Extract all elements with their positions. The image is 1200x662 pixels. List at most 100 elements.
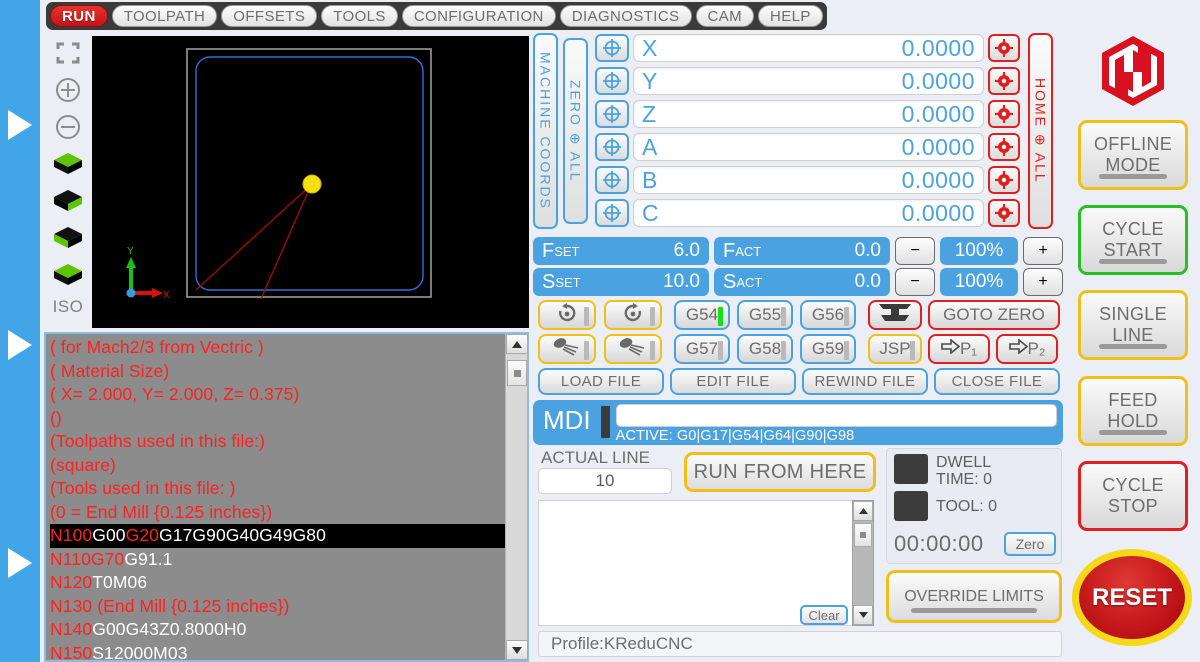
gcode-scroll-up-button[interactable] bbox=[506, 334, 528, 354]
tab-offsets[interactable]: OFFSETS bbox=[221, 5, 318, 27]
view-iso-icon[interactable] bbox=[51, 260, 85, 290]
mdi-input[interactable] bbox=[615, 404, 1057, 427]
gcode-scrollbar[interactable] bbox=[505, 334, 528, 660]
feed-override-percent[interactable]: 100% bbox=[940, 237, 1018, 265]
close-file-button[interactable]: CLOSE FILE bbox=[934, 368, 1060, 395]
run-from-here-button[interactable]: RUN FROM HERE bbox=[684, 452, 876, 492]
tool-change-button[interactable] bbox=[868, 300, 922, 330]
zero-axis-c-button[interactable] bbox=[595, 199, 629, 227]
dro-field-c[interactable]: C 0.0000 bbox=[633, 199, 984, 227]
g58-button[interactable]: G58 bbox=[737, 334, 793, 364]
single-line-button[interactable]: SINGLE LINE bbox=[1078, 290, 1188, 360]
gcode-line[interactable]: N120T0M06 bbox=[50, 571, 505, 595]
zero-axis-z-button[interactable] bbox=[595, 100, 629, 128]
home-all-button[interactable]: HOME ⊕ ALL bbox=[1028, 33, 1053, 229]
tab-tools[interactable]: TOOLS bbox=[321, 5, 398, 27]
log-scroll-thumb[interactable] bbox=[854, 523, 872, 547]
jsp-button[interactable]: JSP bbox=[868, 334, 922, 364]
g55-button[interactable]: G55 bbox=[737, 300, 793, 330]
gcode-line[interactable]: (Toolpaths used in this file:) bbox=[50, 430, 505, 454]
zero-axis-x-button[interactable] bbox=[595, 34, 629, 62]
ref-axis-c-button[interactable] bbox=[988, 199, 1020, 227]
tab-diagnostics[interactable]: DIAGNOSTICS bbox=[559, 5, 692, 27]
tab-cam[interactable]: CAM bbox=[695, 5, 755, 27]
offline-mode-button[interactable]: OFFLINE MODE bbox=[1078, 120, 1188, 190]
tab-run[interactable]: RUN bbox=[50, 5, 108, 27]
spindle-override-percent[interactable]: 100% bbox=[940, 268, 1018, 296]
gcode-line[interactable]: N100G00G20G17G90G40G49G80 bbox=[50, 524, 505, 548]
actual-line-input[interactable]: 10 bbox=[538, 468, 672, 494]
gcode-line[interactable]: ( X= 2.000, Y= 2.000, Z= 0.375) bbox=[50, 383, 505, 407]
rail-arrow-bottom[interactable] bbox=[8, 548, 32, 578]
cycle-start-button[interactable]: CYCLE START bbox=[1078, 205, 1188, 275]
feed-override-increase-button[interactable]: + bbox=[1023, 237, 1063, 265]
reset-button[interactable]: RESET bbox=[1072, 549, 1192, 646]
ref-axis-y-button[interactable] bbox=[988, 67, 1020, 95]
gcode-line[interactable]: () bbox=[50, 407, 505, 431]
status-log-scrollbar[interactable] bbox=[852, 500, 874, 626]
ref-axis-z-button[interactable] bbox=[988, 100, 1020, 128]
log-scroll-down-button[interactable] bbox=[853, 605, 873, 625]
g54-button[interactable]: G54 bbox=[674, 300, 730, 330]
gcode-line[interactable]: (0 = End Mill {0.125 inches}) bbox=[50, 501, 505, 525]
dro-field-a[interactable]: A 0.0000 bbox=[633, 133, 984, 161]
override-limits-button[interactable]: OVERRIDE LIMITS bbox=[886, 570, 1062, 623]
machine-coords-button[interactable]: MACHINE COORDS bbox=[533, 33, 558, 229]
ref-axis-a-button[interactable] bbox=[988, 133, 1020, 161]
spindle-ccw-button[interactable] bbox=[604, 300, 662, 330]
goto-p2-button[interactable]: P₂ bbox=[996, 334, 1058, 364]
spindle-override-increase-button[interactable]: + bbox=[1023, 268, 1063, 296]
view-front-icon[interactable] bbox=[51, 186, 85, 216]
view-side-icon[interactable] bbox=[51, 223, 85, 253]
spindle-set-display[interactable]: S SET 10.0 bbox=[533, 268, 709, 296]
gcode-line[interactable]: (Tools used in this file: ) bbox=[50, 477, 505, 501]
cycle-stop-button[interactable]: CYCLE STOP bbox=[1078, 461, 1188, 531]
goto-zero-button[interactable]: GOTO ZERO bbox=[928, 300, 1060, 330]
gcode-lines[interactable]: ( for Mach2/3 from Vectric ) ( Material S… bbox=[46, 334, 505, 660]
rewind-file-button[interactable]: REWIND FILE bbox=[802, 368, 928, 395]
dro-field-y[interactable]: Y 0.0000 bbox=[633, 67, 984, 95]
tab-toolpath[interactable]: TOOLPATH bbox=[111, 5, 218, 27]
spindle-override-decrease-button[interactable]: − bbox=[895, 268, 935, 296]
feed-hold-button[interactable]: FEED HOLD bbox=[1078, 376, 1188, 446]
spindle-cw-button[interactable] bbox=[538, 300, 596, 330]
feed-set-display[interactable]: F SET 6.0 bbox=[533, 237, 709, 265]
zero-axis-b-button[interactable] bbox=[595, 166, 629, 194]
ref-axis-b-button[interactable] bbox=[988, 166, 1020, 194]
zoom-out-icon[interactable] bbox=[51, 112, 85, 142]
load-file-button[interactable]: LOAD FILE bbox=[538, 368, 664, 395]
gcode-line[interactable]: N130 (End Mill {0.125 inches}) bbox=[50, 595, 505, 619]
gcode-line[interactable]: N140G00G43Z0.8000H0 bbox=[50, 618, 505, 642]
mist-coolant-button[interactable] bbox=[604, 334, 662, 364]
gcode-line[interactable]: N150S12000M03 bbox=[50, 642, 505, 661]
zero-axis-a-button[interactable] bbox=[595, 133, 629, 161]
view-top-icon[interactable] bbox=[51, 149, 85, 179]
log-scroll-up-button[interactable] bbox=[853, 501, 873, 521]
rail-arrow-top[interactable] bbox=[8, 110, 32, 140]
zero-timer-button[interactable]: Zero bbox=[1004, 532, 1056, 556]
gcode-listing-panel[interactable]: ( for Mach2/3 from Vectric ) ( Material S… bbox=[44, 332, 529, 662]
rail-arrow-middle[interactable] bbox=[8, 330, 32, 360]
g56-button[interactable]: G56 bbox=[800, 300, 856, 330]
clear-log-button[interactable]: Clear bbox=[800, 605, 848, 625]
zero-all-button[interactable]: ZERO ⊕ ALL bbox=[563, 38, 588, 224]
fit-to-view-icon[interactable] bbox=[51, 38, 85, 68]
dro-field-x[interactable]: X 0.0000 bbox=[633, 34, 984, 62]
gcode-scroll-down-button[interactable] bbox=[506, 640, 528, 660]
tab-configuration[interactable]: CONFIGURATION bbox=[401, 5, 556, 27]
dro-field-b[interactable]: B 0.0000 bbox=[633, 166, 984, 194]
zero-axis-y-button[interactable] bbox=[595, 67, 629, 95]
toolpath-viewport[interactable]: Y X bbox=[92, 36, 529, 328]
edit-file-button[interactable]: EDIT FILE bbox=[670, 368, 796, 395]
gcode-scroll-thumb[interactable] bbox=[507, 360, 527, 386]
ref-axis-x-button[interactable] bbox=[988, 34, 1020, 62]
tab-help[interactable]: HELP bbox=[758, 5, 823, 27]
g59-button[interactable]: G59 bbox=[800, 334, 856, 364]
zoom-in-icon[interactable] bbox=[51, 75, 85, 105]
flood-coolant-button[interactable] bbox=[538, 334, 596, 364]
gcode-line[interactable]: (square) bbox=[50, 454, 505, 478]
feed-override-decrease-button[interactable]: − bbox=[895, 237, 935, 265]
gcode-line[interactable]: ( Material Size) bbox=[50, 360, 505, 384]
dro-field-z[interactable]: Z 0.0000 bbox=[633, 100, 984, 128]
gcode-line[interactable]: ( for Mach2/3 from Vectric ) bbox=[50, 336, 505, 360]
